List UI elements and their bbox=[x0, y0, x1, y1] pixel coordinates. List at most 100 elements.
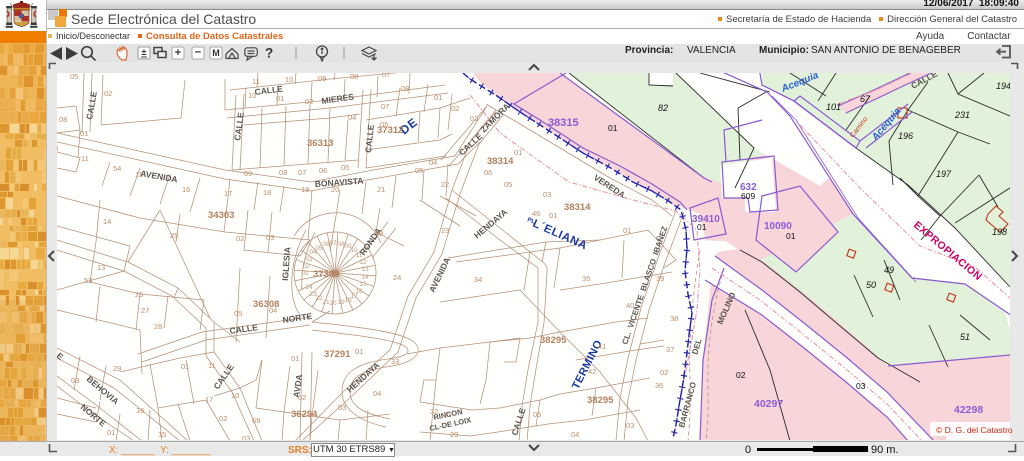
svg-text:101: 101 bbox=[826, 102, 841, 112]
svg-text:02: 02 bbox=[104, 89, 112, 98]
svg-text:02: 02 bbox=[219, 414, 227, 423]
svg-text:13: 13 bbox=[361, 266, 369, 273]
svg-text:01: 01 bbox=[291, 354, 299, 363]
svg-text:03: 03 bbox=[626, 421, 634, 430]
svg-text:01: 01 bbox=[276, 94, 284, 103]
svg-text:34303: 34303 bbox=[208, 210, 234, 221]
svg-text:17: 17 bbox=[224, 189, 232, 198]
svg-text:04: 04 bbox=[373, 389, 381, 398]
svg-text:03: 03 bbox=[305, 256, 313, 263]
svg-text:21: 21 bbox=[377, 185, 385, 194]
svg-text:12: 12 bbox=[359, 259, 367, 266]
svg-text:36313: 36313 bbox=[307, 138, 333, 149]
svg-text:37: 37 bbox=[666, 345, 674, 354]
svg-text:02: 02 bbox=[302, 263, 310, 270]
svg-text:29: 29 bbox=[450, 430, 458, 439]
svg-text:37291: 37291 bbox=[324, 349, 351, 360]
svg-text:38295: 38295 bbox=[587, 395, 614, 406]
svg-text:26: 26 bbox=[135, 290, 143, 299]
svg-text:31: 31 bbox=[443, 410, 451, 419]
svg-text:±: ± bbox=[142, 47, 147, 57]
svg-text:16: 16 bbox=[182, 185, 190, 194]
svg-text:196: 196 bbox=[898, 131, 913, 141]
svg-text:29: 29 bbox=[113, 364, 121, 373]
svg-text:03: 03 bbox=[266, 233, 274, 242]
svg-text:18: 18 bbox=[344, 297, 352, 304]
svg-text:09: 09 bbox=[318, 74, 326, 83]
svg-text:54: 54 bbox=[113, 164, 121, 173]
svg-text:16: 16 bbox=[136, 406, 144, 415]
svg-text:04: 04 bbox=[269, 306, 277, 315]
svg-text:?: ? bbox=[265, 46, 273, 61]
svg-text:05: 05 bbox=[380, 120, 388, 129]
svg-text:35: 35 bbox=[582, 274, 590, 283]
svg-text:11: 11 bbox=[81, 154, 89, 163]
svg-text:42298: 42298 bbox=[954, 404, 983, 416]
svg-text:02: 02 bbox=[236, 234, 244, 243]
svg-text:14: 14 bbox=[103, 217, 111, 226]
svg-text:69: 69 bbox=[252, 416, 260, 425]
svg-text:06: 06 bbox=[484, 168, 492, 177]
svg-text:19: 19 bbox=[337, 299, 345, 306]
svg-text:02: 02 bbox=[305, 97, 313, 106]
svg-text:04: 04 bbox=[348, 113, 356, 122]
svg-text:01: 01 bbox=[786, 231, 796, 241]
svg-text:42: 42 bbox=[588, 367, 596, 376]
svg-text:04: 04 bbox=[571, 430, 579, 439]
svg-text:194: 194 bbox=[996, 81, 1011, 91]
svg-text:02: 02 bbox=[736, 370, 746, 380]
svg-text:01: 01 bbox=[181, 362, 189, 371]
svg-text:38314: 38314 bbox=[564, 202, 591, 213]
svg-text:50: 50 bbox=[866, 280, 876, 290]
svg-text:40: 40 bbox=[626, 301, 634, 310]
svg-text:20: 20 bbox=[329, 300, 337, 307]
svg-text:49: 49 bbox=[884, 265, 894, 275]
svg-text:05: 05 bbox=[70, 72, 78, 81]
svg-text:40297: 40297 bbox=[754, 398, 783, 410]
svg-text:46: 46 bbox=[532, 209, 540, 218]
svg-text:34: 34 bbox=[474, 275, 482, 284]
svg-text:11: 11 bbox=[252, 77, 260, 86]
svg-text:197: 197 bbox=[936, 169, 952, 179]
svg-text:38295: 38295 bbox=[540, 335, 567, 346]
svg-text:36: 36 bbox=[655, 381, 663, 390]
svg-text:03: 03 bbox=[543, 190, 551, 199]
svg-text:37309: 37309 bbox=[313, 269, 339, 280]
svg-text:01: 01 bbox=[697, 222, 707, 232]
svg-text:M: M bbox=[212, 48, 220, 58]
svg-text:03: 03 bbox=[71, 376, 79, 385]
svg-text:38315: 38315 bbox=[548, 117, 579, 129]
svg-text:23: 23 bbox=[441, 226, 449, 235]
svg-text:01: 01 bbox=[514, 148, 522, 157]
svg-text:03: 03 bbox=[470, 114, 478, 123]
svg-text:02: 02 bbox=[451, 104, 459, 113]
svg-text:05: 05 bbox=[415, 166, 423, 175]
svg-text:17: 17 bbox=[205, 395, 213, 404]
svg-text:25: 25 bbox=[170, 231, 178, 240]
svg-text:231: 231 bbox=[954, 110, 970, 120]
svg-text:15: 15 bbox=[158, 430, 166, 439]
svg-text:41: 41 bbox=[598, 342, 606, 351]
svg-text:19: 19 bbox=[301, 185, 309, 194]
svg-text:10: 10 bbox=[285, 75, 293, 84]
svg-text:33: 33 bbox=[391, 357, 399, 366]
svg-text:07: 07 bbox=[381, 102, 389, 111]
svg-text:01: 01 bbox=[623, 226, 631, 235]
svg-text:59: 59 bbox=[375, 229, 383, 238]
svg-text:53: 53 bbox=[84, 276, 92, 285]
svg-text:05: 05 bbox=[504, 180, 512, 189]
svg-text:27: 27 bbox=[141, 306, 149, 315]
svg-text:02: 02 bbox=[660, 368, 668, 377]
svg-text:04: 04 bbox=[429, 158, 437, 167]
svg-text:23: 23 bbox=[309, 291, 317, 298]
svg-text:03: 03 bbox=[242, 434, 250, 441]
svg-text:38: 38 bbox=[670, 314, 678, 323]
svg-text:14: 14 bbox=[361, 274, 369, 281]
svg-text:24: 24 bbox=[393, 273, 401, 282]
svg-text:01: 01 bbox=[608, 123, 618, 133]
svg-text:07: 07 bbox=[329, 240, 337, 247]
svg-text:198: 198 bbox=[992, 227, 1007, 237]
svg-text:−: − bbox=[195, 47, 201, 59]
svg-text:15: 15 bbox=[135, 170, 143, 179]
svg-text:11: 11 bbox=[208, 361, 216, 370]
